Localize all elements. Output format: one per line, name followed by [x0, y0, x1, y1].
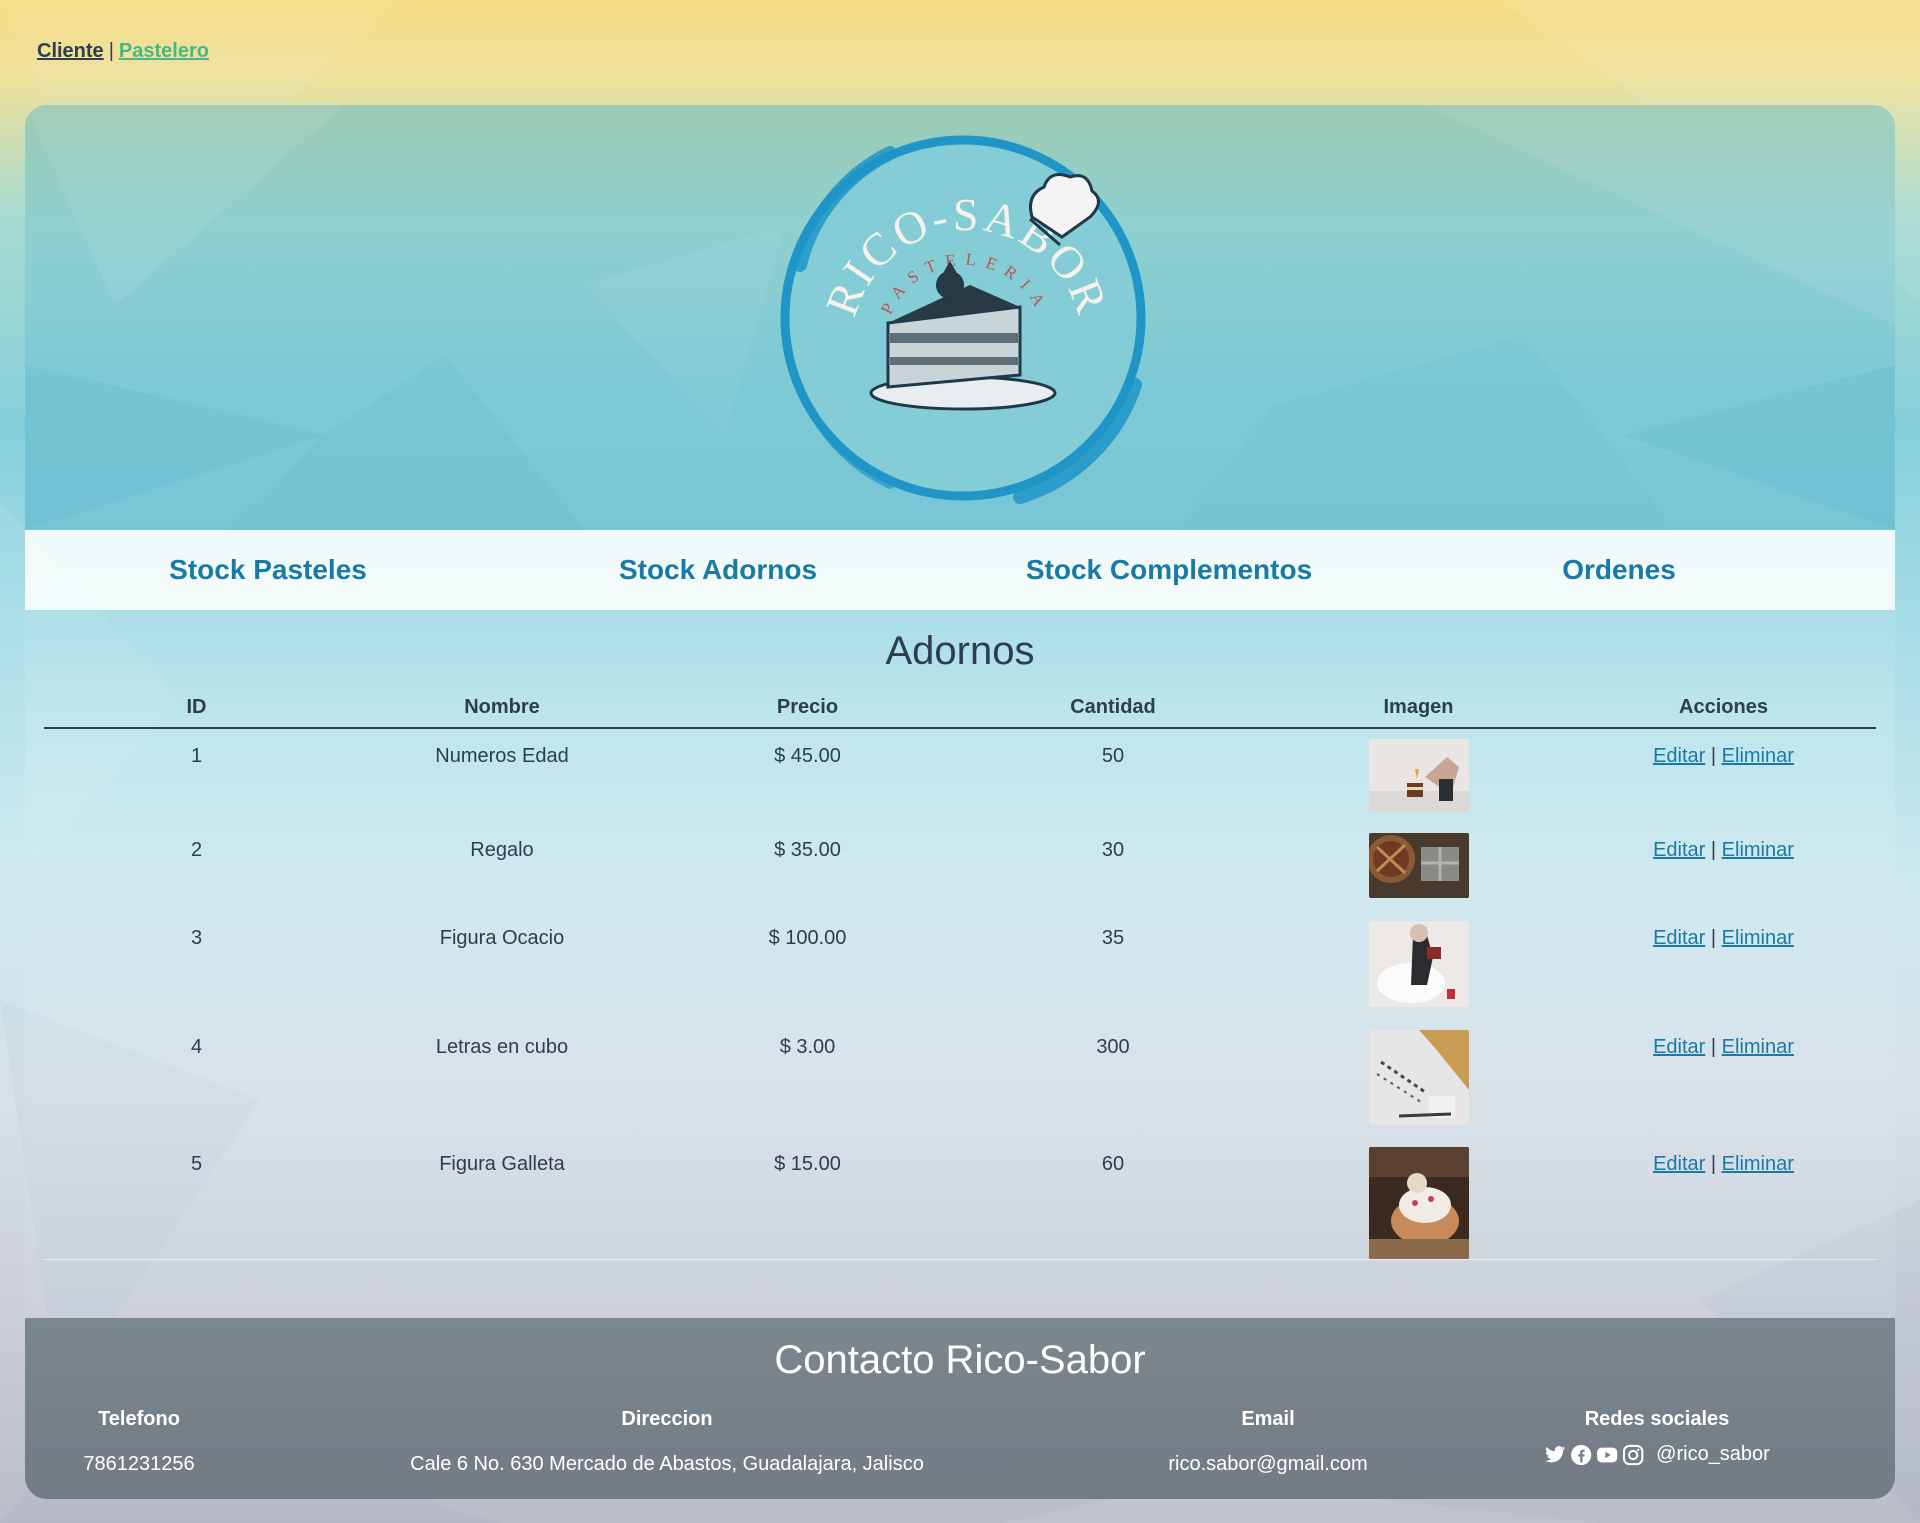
action-separator: |: [1710, 927, 1717, 949]
cell-precio: $ 15.00: [774, 1153, 841, 1175]
edit-link[interactable]: Editar: [1653, 839, 1705, 861]
instagram-icon[interactable]: [1622, 1444, 1644, 1466]
col-header-cantidad: Cantidad: [960, 688, 1266, 729]
edit-link[interactable]: Editar: [1653, 927, 1705, 949]
redes-label: Redes sociales: [1584, 1408, 1730, 1430]
col-header-precio: Precio: [655, 688, 960, 729]
table-row: 4 Letras en cubo $ 3.00 300 Editar | Eli…: [44, 1020, 1876, 1137]
menu-stock-adornos[interactable]: Stock Adornos: [619, 554, 817, 586]
footer-telefono: Telefono 7861231256: [83, 1408, 194, 1476]
action-separator: |: [1710, 839, 1717, 861]
cell-id: 2: [190, 839, 203, 861]
twitter-icon[interactable]: [1544, 1444, 1566, 1466]
table-header-row: ID Nombre Precio Cantidad Imagen Accione…: [44, 688, 1876, 729]
cookie-figure-photo: [1368, 1147, 1469, 1259]
table-row: 1 Numeros Edad $ 45.00 50 Editar | Elimi…: [44, 728, 1876, 823]
col-header-id: ID: [44, 688, 349, 729]
cliente-link[interactable]: Cliente: [37, 40, 104, 62]
col-header-imagen: Imagen: [1266, 688, 1571, 729]
pie-gift-photo: [1368, 833, 1469, 898]
youtube-icon[interactable]: [1596, 1444, 1618, 1466]
action-separator: |: [1710, 745, 1717, 767]
email-label: Email: [1241, 1408, 1295, 1430]
cake-candle-photo: [1368, 739, 1469, 812]
cell-nombre: Figura Galleta: [439, 1153, 565, 1175]
delete-link[interactable]: Eliminar: [1722, 1153, 1794, 1175]
adornos-table: ID Nombre Precio Cantidad Imagen Accione…: [44, 688, 1876, 1260]
delete-link[interactable]: Eliminar: [1722, 927, 1794, 949]
direccion-value: Cale 6 No. 630 Mercado de Abastos, Guada…: [410, 1453, 924, 1475]
table-row: 5 Figura Galleta $ 15.00 60 Editar | Eli…: [44, 1137, 1876, 1260]
cell-precio: $ 35.00: [774, 839, 841, 861]
header-banner: RICO-SABOR PASTELERIA: [25, 105, 1895, 530]
cell-cantidad: 60: [1101, 1153, 1125, 1175]
col-header-nombre: Nombre: [349, 688, 655, 729]
delete-link[interactable]: Eliminar: [1722, 745, 1794, 767]
footer-title: Contacto Rico-Sabor: [774, 1338, 1146, 1382]
cell-cantidad: 30: [1101, 839, 1125, 861]
main-card: RICO-SABOR PASTELERIA Stock Pasteles Sto…: [25, 105, 1895, 1499]
cell-nombre: Letras en cubo: [435, 1036, 569, 1058]
figure-cake-photo: [1368, 921, 1469, 1007]
footer-redes: Redes sociales @rico_sabor: [1544, 1408, 1770, 1466]
edit-link[interactable]: Editar: [1653, 1153, 1705, 1175]
footer-direccion: Direccion Cale 6 No. 630 Mercado de Abas…: [410, 1408, 924, 1476]
letters-cube-photo: [1368, 1030, 1469, 1125]
telefono-value: 7861231256: [83, 1453, 195, 1475]
cell-id: 5: [190, 1153, 203, 1175]
stock-menu: Stock Pasteles Stock Adornos Stock Compl…: [25, 530, 1895, 610]
top-navigation: Cliente | Pastelero: [37, 40, 209, 63]
cell-nombre: Numeros Edad: [435, 745, 569, 767]
menu-ordenes[interactable]: Ordenes: [1562, 554, 1676, 586]
cell-id: 3: [190, 927, 203, 949]
social-handle: @rico_sabor: [1656, 1443, 1770, 1465]
action-separator: |: [1710, 1153, 1717, 1175]
cell-id: 4: [190, 1036, 203, 1058]
cell-cantidad: 35: [1101, 927, 1125, 949]
edit-link[interactable]: Editar: [1653, 745, 1705, 767]
section-title: Adornos: [885, 629, 1035, 673]
cell-precio: $ 45.00: [774, 745, 841, 767]
pastelero-link[interactable]: Pastelero: [119, 40, 209, 62]
contact-footer: Contacto Rico-Sabor Telefono 7861231256 …: [25, 1318, 1895, 1499]
col-header-acciones: Acciones: [1571, 688, 1876, 729]
table-row: 2 Regalo $ 35.00 30 Editar | Eliminar: [44, 823, 1876, 911]
telefono-label: Telefono: [98, 1408, 180, 1430]
delete-link[interactable]: Eliminar: [1722, 1036, 1794, 1058]
cell-nombre: Regalo: [470, 839, 534, 861]
cell-cantidad: 300: [1096, 1036, 1130, 1058]
cell-nombre: Figura Ocacio: [439, 927, 565, 949]
email-value: rico.sabor@gmail.com: [1168, 1453, 1368, 1475]
nav-separator: |: [108, 40, 114, 62]
cell-precio: $ 3.00: [779, 1036, 836, 1058]
menu-stock-pasteles[interactable]: Stock Pasteles: [169, 554, 367, 586]
rico-sabor-logo: RICO-SABOR PASTELERIA: [780, 135, 1146, 504]
direccion-label: Direccion: [621, 1408, 713, 1430]
facebook-icon[interactable]: [1570, 1444, 1592, 1466]
action-separator: |: [1710, 1036, 1717, 1058]
cell-precio: $ 100.00: [768, 927, 847, 949]
delete-link[interactable]: Eliminar: [1722, 839, 1794, 861]
table-row: 3 Figura Ocacio $ 100.00 35 Editar | Eli…: [44, 911, 1876, 1020]
edit-link[interactable]: Editar: [1653, 1036, 1705, 1058]
cell-id: 1: [190, 745, 203, 767]
cell-cantidad: 50: [1101, 745, 1125, 767]
footer-email: Email rico.sabor@gmail.com: [1168, 1408, 1367, 1476]
menu-stock-complementos[interactable]: Stock Complementos: [1026, 554, 1312, 586]
social-links: @rico_sabor: [1544, 1443, 1770, 1466]
